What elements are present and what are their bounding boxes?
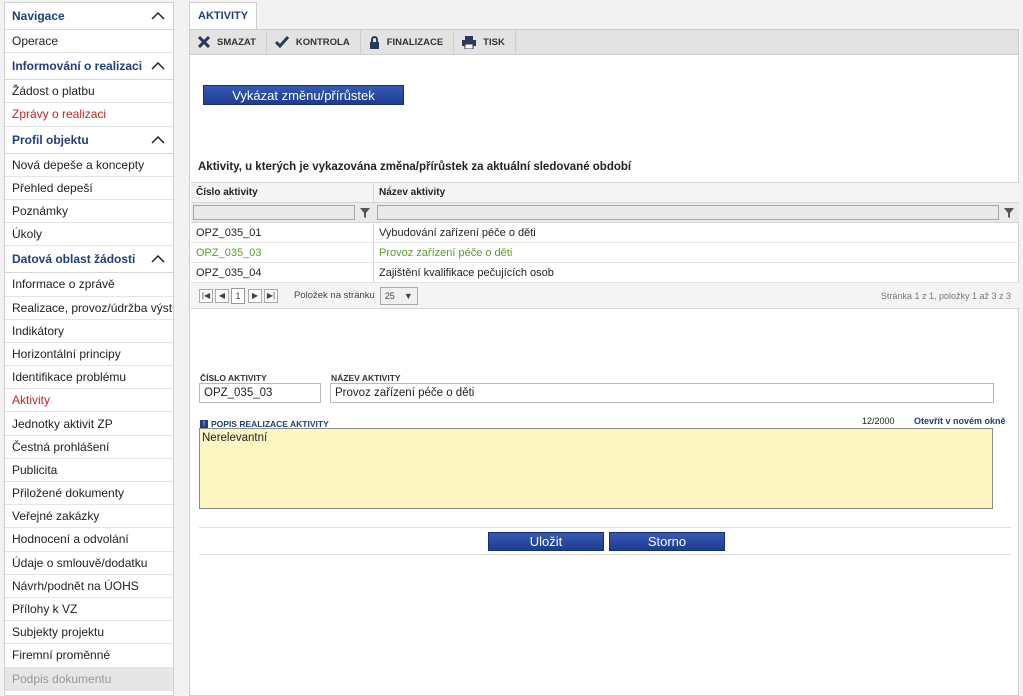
sidebar-item[interactable]: Hodnocení a odvolání (5, 528, 173, 552)
sidebar-item[interactable]: Čestná prohlášení (5, 436, 173, 459)
sidebar-item[interactable]: Veřejné zakázky (5, 505, 173, 529)
page-number[interactable]: 1 (231, 287, 245, 304)
sidebar-section-title: Informování o realizaci (12, 59, 143, 74)
checkmark-icon (274, 36, 289, 48)
cancel-button[interactable]: Storno (609, 532, 725, 551)
sidebar-item[interactable]: Firemní proměnné (5, 644, 173, 668)
print-label: TISK (483, 36, 505, 48)
report-change-button[interactable]: Vykázat změnu/přírůstek (203, 85, 404, 105)
sidebar-item[interactable]: Úkoly (5, 223, 173, 247)
finalize-label: FINALIZACE (386, 36, 444, 48)
sidebar-section-header[interactable]: Informování o realizaci (5, 53, 173, 81)
check-button[interactable]: KONTROLA (267, 30, 361, 54)
sidebar-item[interactable]: Přehled depeší (5, 177, 173, 200)
sidebar: Navigace Operace Informování o realizaci Žá… (4, 2, 174, 696)
cell-activity-name: Vybudování zařízení péče o děti (379, 226, 536, 239)
main-panel: AKTIVITY SMAZAT KONTROLA FINALIZACE TISK… (189, 2, 1019, 696)
toolbar: SMAZAT KONTROLA FINALIZACE TISK (189, 29, 1019, 55)
filter-name-input[interactable] (377, 205, 999, 220)
name-label: NÁZEV AKTIVITY (331, 373, 401, 383)
sidebar-item[interactable]: Operace (5, 30, 173, 54)
printer-icon (462, 35, 477, 49)
sidebar-item[interactable]: Přiložené dokumenty (5, 482, 173, 506)
sidebar-section-header[interactable]: Profil objektu (5, 127, 173, 154)
sidebar-item[interactable]: Poznámky (5, 200, 173, 224)
sidebar-item[interactable]: Identifikace problému (5, 366, 173, 390)
chevron-up-icon[interactable] (151, 135, 165, 145)
per-page-select[interactable]: 25 ▼ (379, 286, 418, 305)
sidebar-section-header[interactable]: Datová oblast žádosti (5, 246, 173, 274)
sidebar-item[interactable]: Publicita (5, 459, 173, 482)
cell-activity-name: Zajištění kvalifikace pečujících osob (379, 266, 554, 279)
sidebar-section-title: Profil objektu (12, 132, 89, 147)
open-new-window-link[interactable]: Otevřít v novém okně (914, 416, 1006, 426)
sidebar-item[interactable]: Přílohy k VZ (5, 598, 173, 622)
info-icon: ! (200, 420, 208, 428)
grid-filter-row (191, 203, 1019, 223)
column-header-number[interactable]: Číslo aktivity (191, 183, 374, 202)
sidebar-item[interactable]: Zprávy o realizaci (5, 103, 173, 127)
divider (199, 527, 1011, 528)
cell-activity-number: OPZ_035_03 (191, 243, 374, 262)
description-textarea[interactable]: Nerelevantní (199, 428, 993, 509)
next-page-button[interactable]: ▶ (248, 288, 262, 303)
sidebar-section-title: Datová oblast žádosti (12, 252, 136, 267)
grid-title: Aktivity, u kterých je vykazována změna/… (198, 161, 632, 173)
per-page-value: 25 (384, 290, 395, 301)
table-row[interactable]: OPZ_035_04 Zajištění kvalifikace pečující… (191, 263, 1019, 283)
delete-label: SMAZAT (217, 36, 256, 48)
first-page-button[interactable]: |◀ (199, 288, 213, 303)
grid-header: Číslo aktivity Název aktivity (191, 182, 1019, 203)
delete-button[interactable]: SMAZAT (190, 30, 267, 54)
activities-grid: Číslo aktivity Název aktivity OPZ_035_01… (191, 182, 1019, 309)
sidebar-section-title: Navigace (12, 9, 65, 23)
number-label: ČÍSLO AKTIVITY (200, 373, 267, 383)
grid-pager: |◀ ◀ 1 ▶ ▶| Položek na stránku 25 ▼ Strá… (191, 283, 1019, 309)
close-icon (198, 36, 210, 48)
sidebar-item: Podpis dokumentu (5, 667, 173, 691)
sidebar-item[interactable]: Údaje o smlouvě/dodatku (5, 552, 173, 575)
cell-activity-name: Provoz zařízení péče o děti (379, 246, 513, 259)
divider (199, 554, 1011, 555)
pager-info: Stránka 1 z 1, položky 1 až 3 z 3 (880, 290, 1011, 301)
column-header-name[interactable]: Název aktivity (374, 183, 1019, 202)
filter-icon[interactable] (1003, 207, 1015, 219)
content-area: Vykázat změnu/přírůstek Aktivity, u kter… (189, 55, 1019, 696)
sidebar-item[interactable]: Jednotky aktivit ZP (5, 412, 173, 436)
filter-number-input[interactable] (193, 205, 355, 220)
print-button[interactable]: TISK (454, 30, 516, 54)
sidebar-section-header[interactable]: Navigace (5, 3, 173, 30)
sidebar-item[interactable]: Informace o zprávě (5, 273, 173, 297)
lock-icon (369, 35, 379, 49)
save-button[interactable]: Uložit (488, 532, 604, 551)
cell-activity-number: OPZ_035_01 (191, 223, 374, 242)
chevron-down-icon: ▼ (403, 290, 413, 301)
sidebar-item[interactable]: Realizace, provoz/údržba výstupu (5, 297, 173, 320)
sidebar-item[interactable]: Indikátory (5, 320, 173, 343)
desc-counter: 12/2000 (862, 416, 895, 426)
chevron-up-icon[interactable] (151, 254, 165, 264)
sidebar-item[interactable]: Aktivity (5, 389, 173, 413)
table-row[interactable]: OPZ_035_03 Provoz zařízení péče o děti (191, 243, 1019, 263)
sidebar-item[interactable]: Subjekty projektu (5, 621, 173, 645)
tab-aktivity[interactable]: AKTIVITY (189, 2, 258, 29)
filter-icon[interactable] (359, 207, 371, 219)
sidebar-item[interactable]: Návrh/podnět na ÚOHS (5, 575, 173, 598)
activity-number-field[interactable]: OPZ_035_03 (199, 383, 321, 403)
table-row[interactable]: OPZ_035_01 Vybudování zařízení péče o dět… (191, 223, 1019, 243)
sidebar-item[interactable]: Horizontální principy (5, 343, 173, 367)
last-page-button[interactable]: ▶| (264, 288, 278, 303)
chevron-up-icon[interactable] (151, 61, 165, 71)
check-label: KONTROLA (295, 36, 350, 48)
activity-name-field[interactable]: Provoz zařízení péče o děti (330, 383, 994, 403)
finalize-button[interactable]: FINALIZACE (361, 30, 455, 54)
sidebar-item[interactable]: Nová depeše a koncepty (5, 154, 173, 177)
cell-activity-number: OPZ_035_04 (191, 263, 374, 282)
chevron-up-icon[interactable] (151, 11, 165, 21)
prev-page-button[interactable]: ◀ (215, 288, 229, 303)
per-page-label: Položek na stránku (294, 290, 375, 301)
sidebar-item[interactable]: Žádost o platbu (5, 80, 173, 104)
